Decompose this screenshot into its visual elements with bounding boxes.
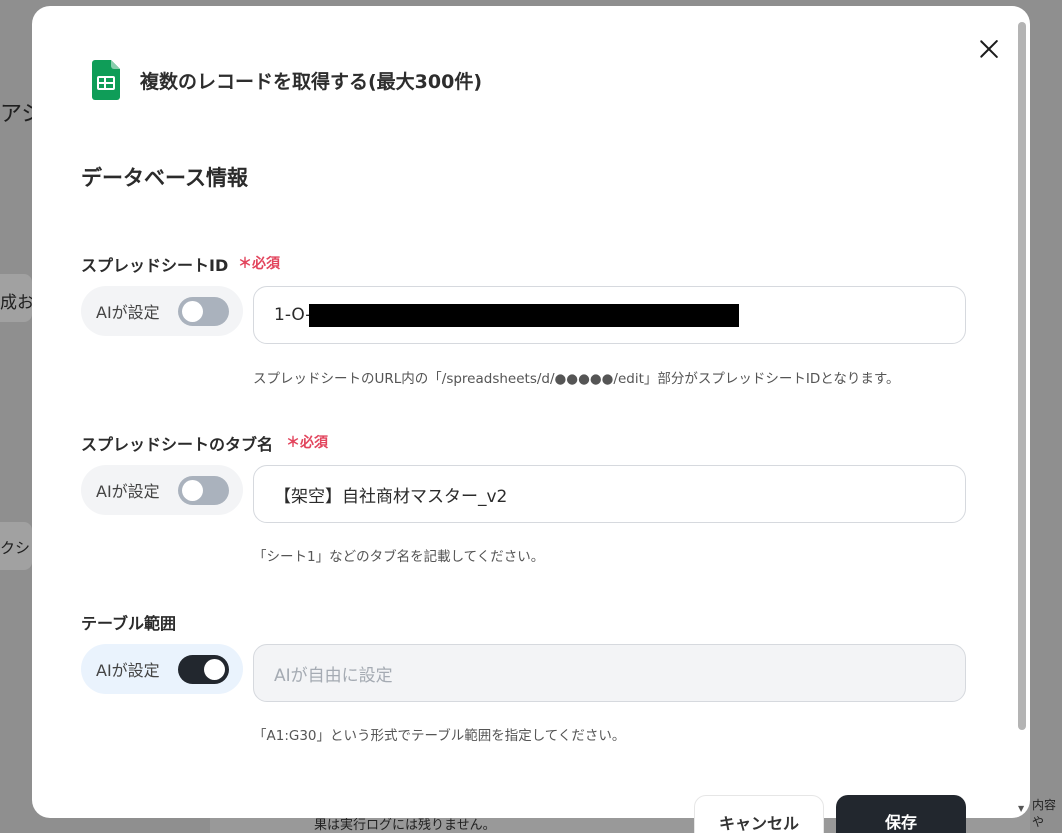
background-text-fragment: 成お: [0, 293, 34, 313]
required-badge: ＊必須: [286, 435, 328, 451]
table-range-label: テーブル範囲: [81, 614, 177, 633]
scrollbar-thumb[interactable]: [1018, 22, 1026, 730]
tab-name-hint: 「シート1」などのタブ名を記載してください。: [253, 549, 545, 565]
tab-name-input[interactable]: 【架空】自社商材マスター_v2: [253, 465, 966, 523]
table-range-placeholder: AIが自由に設定: [274, 665, 393, 686]
required-badge: ＊必須: [238, 256, 280, 272]
ai-setting-label: AIが設定: [96, 303, 160, 322]
table-range-input[interactable]: AIが自由に設定: [253, 644, 966, 702]
background-text-fragment: 内容や: [1032, 798, 1057, 829]
table-range-hint: 「A1:G30」という形式でテーブル範囲を指定してください。: [253, 728, 626, 744]
tab-name-value: 【架空】自社商材マスター_v2: [274, 486, 508, 507]
ai-setting-toggle-spreadsheet-id[interactable]: AIが設定: [81, 286, 243, 336]
ai-setting-label: AIが設定: [96, 661, 160, 680]
ai-setting-label: AIが設定: [96, 482, 160, 501]
section-title: データベース情報: [81, 166, 248, 190]
close-icon[interactable]: [974, 34, 1004, 64]
save-button[interactable]: 保存: [836, 795, 966, 833]
modal-title: 複数のレコードを取得する(最大300件): [140, 71, 483, 93]
ai-setting-toggle-table-range[interactable]: AIが設定: [81, 644, 243, 694]
google-sheets-icon: [92, 60, 120, 100]
toggle-switch[interactable]: [178, 655, 229, 684]
tab-name-label: スプレッドシートのタブ名: [81, 435, 274, 454]
redacted-block: [309, 304, 739, 327]
ai-setting-toggle-tab-name[interactable]: AIが設定: [81, 465, 243, 515]
toggle-switch[interactable]: [178, 476, 229, 505]
spreadsheet-id-value: 1-O-: [274, 305, 312, 325]
toggle-switch[interactable]: [178, 297, 229, 326]
cancel-button[interactable]: キャンセル: [694, 795, 824, 833]
spreadsheet-id-label: スプレッドシートID: [81, 256, 229, 275]
spreadsheet-id-hint: スプレッドシートのURL内の「/spreadsheets/d/●●●●●/edi…: [253, 371, 900, 387]
scroll-down-icon[interactable]: ▼: [1018, 804, 1024, 813]
